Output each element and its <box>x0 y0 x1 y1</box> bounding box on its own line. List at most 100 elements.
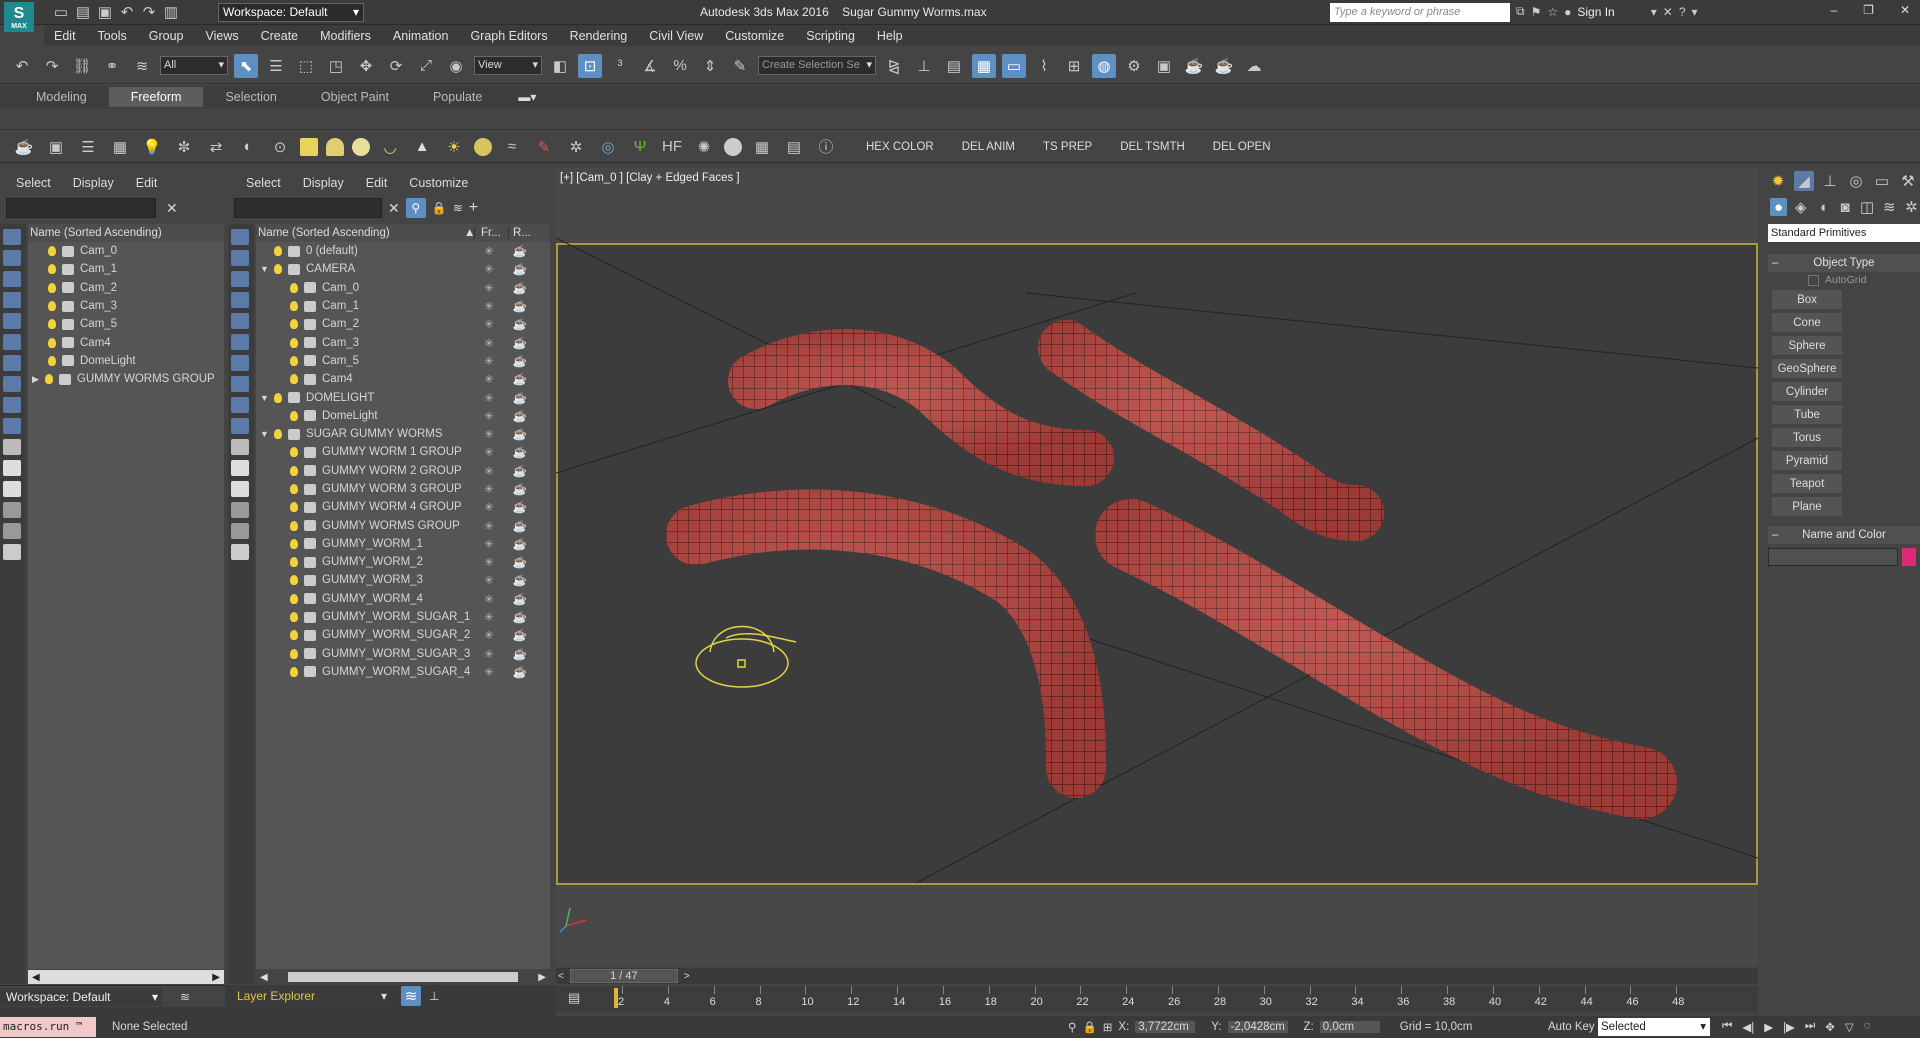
communication-icon[interactable]: ⚑ <box>1531 5 1542 19</box>
display-lights-icon[interactable] <box>3 271 21 287</box>
display-cameras-icon[interactable] <box>231 292 249 308</box>
display-lights-icon[interactable] <box>231 271 249 287</box>
tree-row[interactable]: Cam_3 <box>28 297 224 315</box>
scale-icon[interactable]: ⤢ <box>414 54 438 78</box>
key-mode-dropdown[interactable]: Selected ▾ <box>1598 1018 1710 1036</box>
tree-row[interactable]: Cam_5 <box>28 315 224 333</box>
selection-lock-icon[interactable]: 🔒 <box>1082 1020 1096 1034</box>
layer-tree-row[interactable]: 0 (default) ✳ ☕ <box>256 242 550 260</box>
freeze-icon[interactable]: ✳ <box>472 537 506 551</box>
scroll-right-icon[interactable]: ▶ <box>538 972 546 983</box>
layer-tree-row[interactable]: GUMMY WORM 2 GROUP ✳ ☕ <box>256 462 550 480</box>
display-geometry-icon[interactable] <box>3 229 21 245</box>
layer-tree-row[interactable]: Cam_0 ✳ ☕ <box>256 279 550 297</box>
viewport[interactable]: [+] [Cam_0 ] [Clay + Edged Faces ] <box>556 168 1758 966</box>
camera-icon[interactable]: ⊙ <box>268 135 292 159</box>
display-all-icon[interactable] <box>3 481 21 497</box>
render-column-header[interactable]: R... <box>508 227 538 239</box>
render-setup-icon[interactable]: ⚙ <box>1122 54 1146 78</box>
hex-color-button[interactable]: HEX COLOR <box>866 141 934 153</box>
object-name-input[interactable] <box>1768 548 1898 566</box>
ribbon-options-icon[interactable]: ▬▾ <box>518 90 536 104</box>
layer-tree-row[interactable]: GUMMY WORM 3 GROUP ✳ ☕ <box>256 480 550 498</box>
render-teapot-icon[interactable]: ☕ <box>506 464 534 478</box>
layer-tree-row[interactable]: ▼ SUGAR GUMMY WORMS ✳ ☕ <box>256 425 550 443</box>
display-bones-icon[interactable] <box>3 397 21 413</box>
display-groups-icon[interactable] <box>231 355 249 371</box>
sphere-icon[interactable] <box>474 137 492 156</box>
undo-icon[interactable]: ↶ <box>10 54 34 78</box>
save-icon[interactable]: ▣ <box>96 3 114 21</box>
render-teapot-icon[interactable]: ☕ <box>506 354 534 368</box>
select-dependents-icon[interactable] <box>3 544 21 560</box>
percent-snap-icon[interactable]: % <box>668 54 692 78</box>
render-teapot-icon[interactable]: ☕ <box>506 445 534 459</box>
cylinder-button[interactable]: Cylinder <box>1772 382 1842 401</box>
table-icon[interactable]: ▦ <box>108 135 132 159</box>
render-teapot-icon[interactable]: ☕ <box>506 628 534 642</box>
particle-icon[interactable]: ✲ <box>564 135 588 159</box>
display-xrefs-icon[interactable] <box>231 376 249 392</box>
globe-icon[interactable]: ◎ <box>596 135 620 159</box>
light-bulb-icon[interactable] <box>48 319 56 330</box>
freeze-icon[interactable]: ✳ <box>472 464 506 478</box>
project-folder-icon[interactable]: ▥ <box>162 3 180 21</box>
tab-populate[interactable]: Populate <box>411 87 504 107</box>
freeze-icon[interactable]: ✳ <box>472 262 506 276</box>
time-slider[interactable]: < 1 / 47 > <box>556 968 1758 984</box>
light-bulb-icon[interactable] <box>290 337 298 348</box>
favorites-icon[interactable]: ☆ <box>1547 5 1558 19</box>
hierarchy-tab-icon[interactable]: ⊥ <box>1820 171 1840 191</box>
render-teapot-icon[interactable]: ☕ <box>506 427 534 441</box>
new-file-icon[interactable]: ▭ <box>52 3 70 21</box>
layer-tree-row[interactable]: ▼ CAMERA ✳ ☕ <box>256 260 550 278</box>
menu-rendering[interactable]: Rendering <box>570 29 628 43</box>
curve-editor-icon[interactable]: ⌇ <box>1032 54 1056 78</box>
redo-icon[interactable]: ↷ <box>140 3 158 21</box>
explorer-type-dropdown[interactable]: Layer Explorer ▾ <box>233 987 391 1005</box>
hair-icon[interactable]: ≈ <box>500 135 524 159</box>
create-tab-icon[interactable]: ✹ <box>1768 171 1788 191</box>
light-bulb-icon[interactable] <box>274 246 282 257</box>
collapse-arrow-icon[interactable]: ▼ <box>260 393 274 403</box>
open-file-icon[interactable]: ▤ <box>74 3 92 21</box>
light-bulb-icon[interactable] <box>290 520 298 531</box>
pivot-center-icon[interactable]: ◧ <box>548 54 572 78</box>
ts-prep-button[interactable]: TS PREP <box>1043 141 1092 153</box>
tab-selection[interactable]: Selection <box>203 87 298 107</box>
disc-icon[interactable] <box>352 137 370 156</box>
light-bulb-icon[interactable] <box>290 538 298 549</box>
collapse-arrow-icon[interactable]: ▼ <box>260 264 274 274</box>
display-tab-icon[interactable]: ▭ <box>1872 171 1892 191</box>
name-column-header[interactable]: Name (Sorted Ascending) <box>28 224 224 242</box>
display-helpers-icon[interactable] <box>231 313 249 329</box>
freeze-icon[interactable]: ✳ <box>472 336 506 350</box>
sphere-button[interactable]: Sphere <box>1772 336 1842 355</box>
layer-tree-row[interactable]: Cam_2 ✳ ☕ <box>256 315 550 333</box>
mirror-icon[interactable]: ⧎ <box>882 54 906 78</box>
name-and-color-rollout[interactable]: – Name and Color <box>1768 526 1920 544</box>
select-children-icon[interactable] <box>231 523 249 539</box>
sun-icon[interactable]: ☀ <box>442 135 466 159</box>
cone-icon[interactable]: ▲ <box>410 135 434 159</box>
object-color-swatch[interactable] <box>1902 548 1916 566</box>
bind-space-warp-icon[interactable]: ≋ <box>130 54 154 78</box>
pan-icon[interactable]: ✥ <box>1825 1020 1835 1034</box>
name-column-header[interactable]: Name (Sorted Ascending) <box>256 227 474 239</box>
fur-ball-icon[interactable]: ✺ <box>692 135 716 159</box>
close-icon[interactable]: ✕ <box>1900 3 1910 17</box>
light-bulb-icon[interactable] <box>290 575 298 586</box>
display-all-icon[interactable] <box>231 481 249 497</box>
orbit-icon[interactable]: ◌ <box>1864 1020 1871 1034</box>
render-teapot-icon[interactable]: ☕ <box>506 500 534 514</box>
render-teapot-icon[interactable]: ☕ <box>506 299 534 313</box>
light-bulb-icon[interactable] <box>274 429 282 440</box>
primitive-type-dropdown[interactable]: Standard Primitives <box>1768 224 1920 242</box>
next-frame-icon[interactable]: |▶ <box>1783 1020 1795 1034</box>
display-bones-icon[interactable] <box>231 397 249 413</box>
display-groups-icon[interactable] <box>3 355 21 371</box>
freeze-icon[interactable]: ✳ <box>472 317 506 331</box>
layer-tree-row[interactable]: GUMMY_WORM_SUGAR_3 ✳ ☕ <box>256 645 550 663</box>
select-manipulate-icon[interactable]: ⊡ <box>578 53 602 78</box>
track-bar[interactable]: ▤ 2 4 6 8 10 12 14 16 18 20 22 24 26 28 30 32 34 36 38 40 42… <box>556 986 1758 1012</box>
